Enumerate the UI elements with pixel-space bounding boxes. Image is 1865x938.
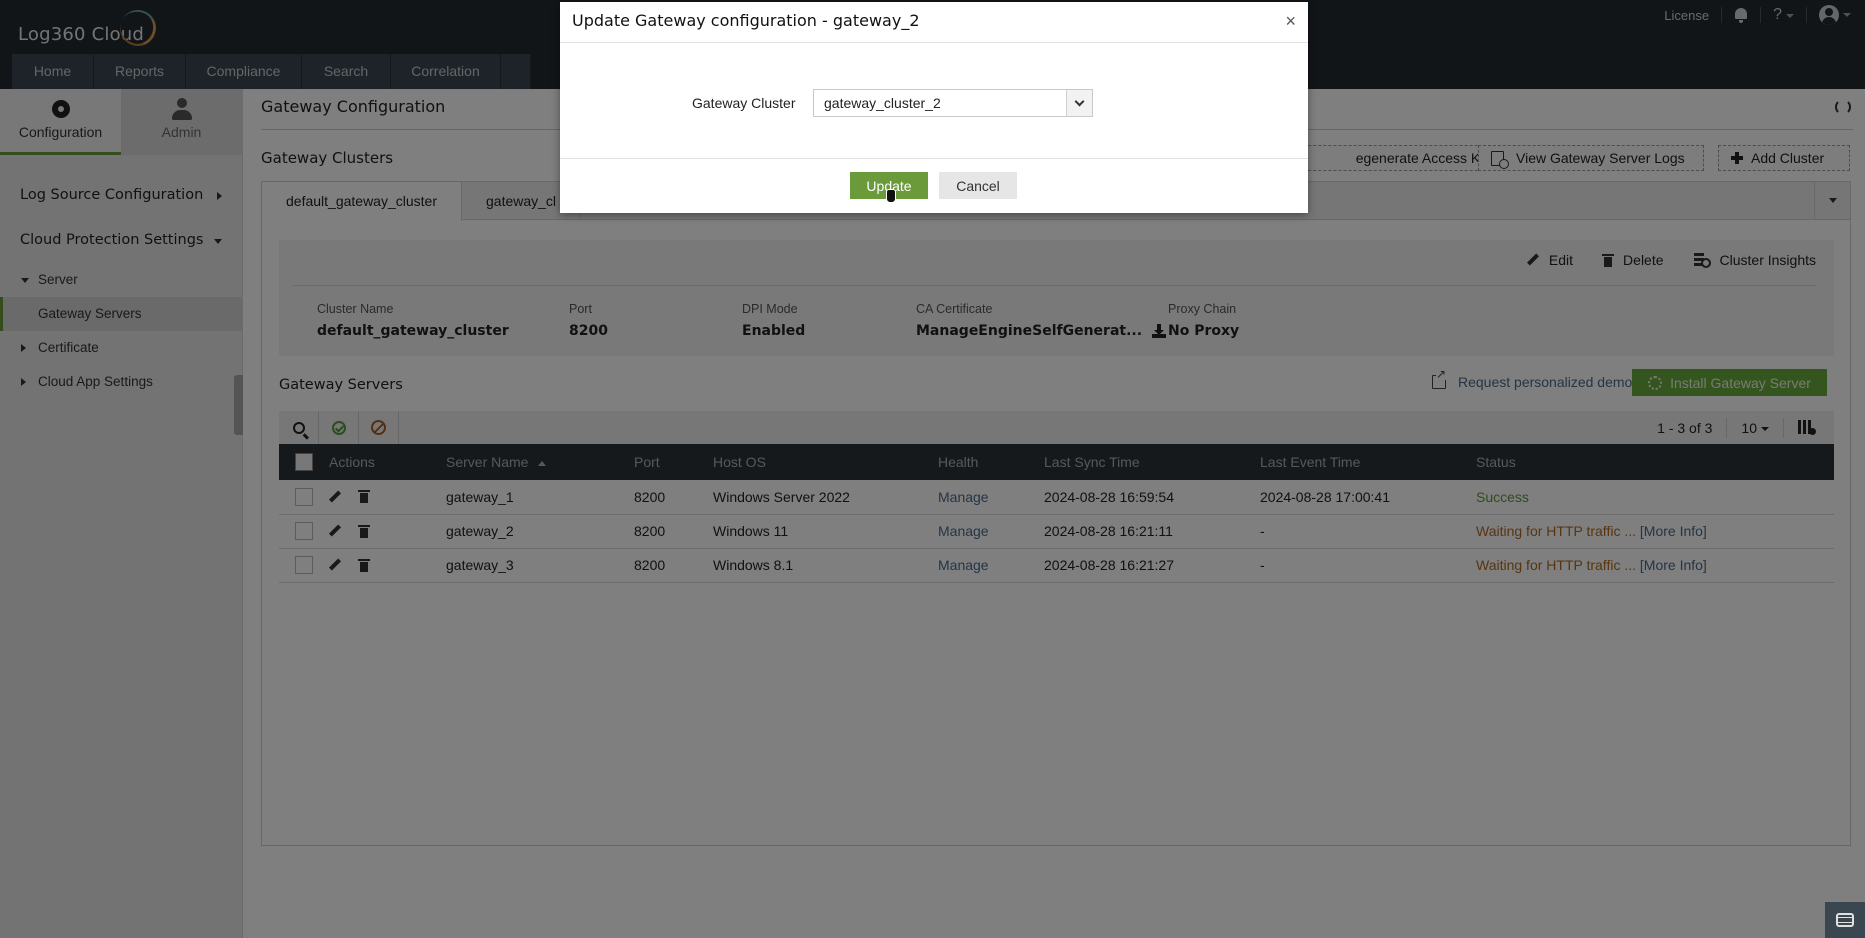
dropdown-toggle[interactable]: [1066, 90, 1092, 116]
mouse-cursor-icon: [886, 189, 896, 203]
selected-value: gateway_cluster_2: [824, 95, 941, 111]
cancel-button[interactable]: Cancel: [939, 172, 1017, 199]
gateway-cluster-select[interactable]: gateway_cluster_2: [813, 89, 1093, 117]
dialog-footer: Update Cancel: [560, 159, 1308, 212]
chevron-down-icon: [1074, 96, 1085, 106]
chat-button[interactable]: [1825, 902, 1865, 938]
chat-icon: [1836, 913, 1854, 927]
gateway-cluster-label: Gateway Cluster: [692, 95, 796, 111]
dialog-title: Update Gateway configuration - gateway_2: [572, 11, 920, 30]
dialog-header: Update Gateway configuration - gateway_2…: [560, 2, 1308, 43]
dialog-body: Gateway Cluster gateway_cluster_2: [560, 43, 1308, 159]
update-gateway-dialog: Update Gateway configuration - gateway_2…: [560, 2, 1308, 213]
close-icon[interactable]: ×: [1285, 11, 1296, 31]
